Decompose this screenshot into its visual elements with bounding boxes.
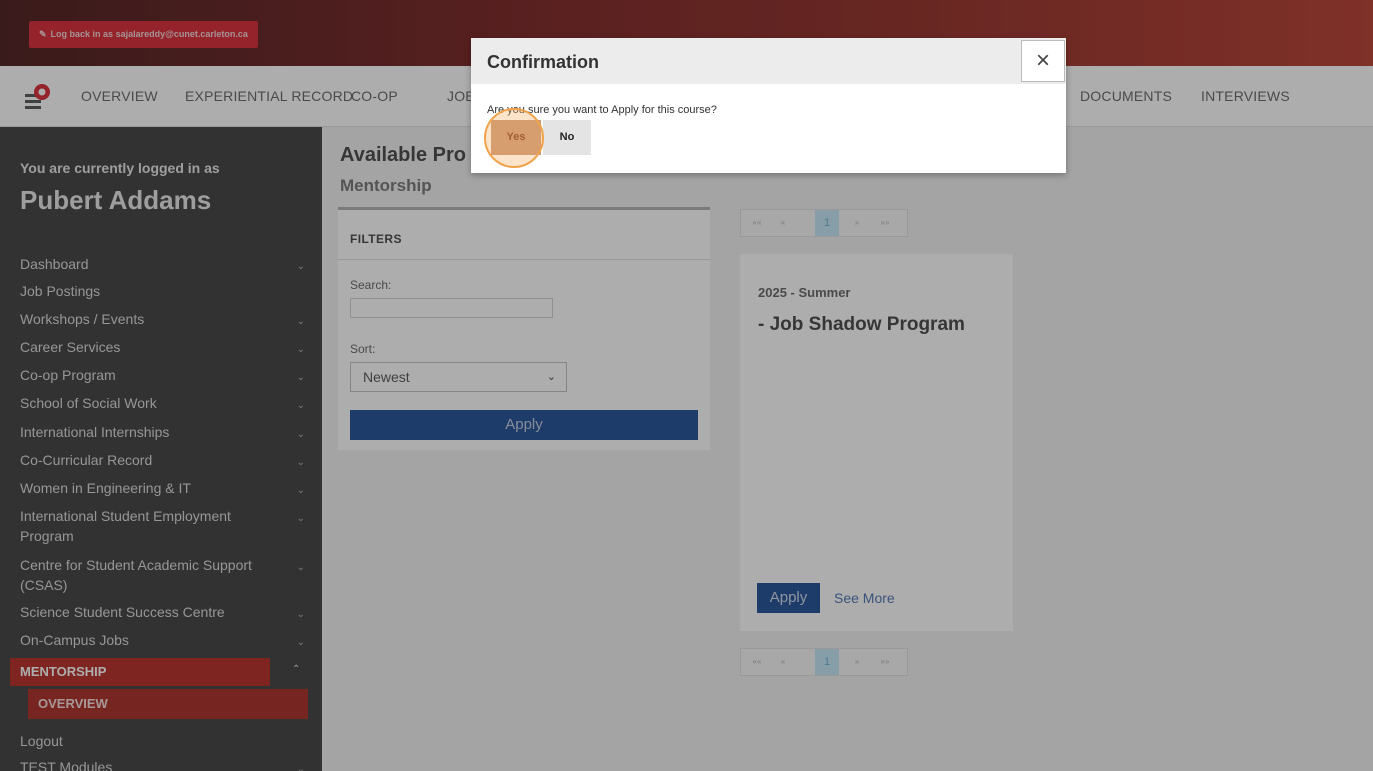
close-icon[interactable]: × xyxy=(1021,40,1065,82)
dialog-header: Confirmation × xyxy=(471,38,1066,84)
dialog-title: Confirmation xyxy=(487,52,599,72)
no-button[interactable]: No xyxy=(543,120,591,155)
click-highlight xyxy=(484,108,544,168)
confirmation-dialog: Confirmation × Are you sure you want to … xyxy=(471,38,1066,173)
